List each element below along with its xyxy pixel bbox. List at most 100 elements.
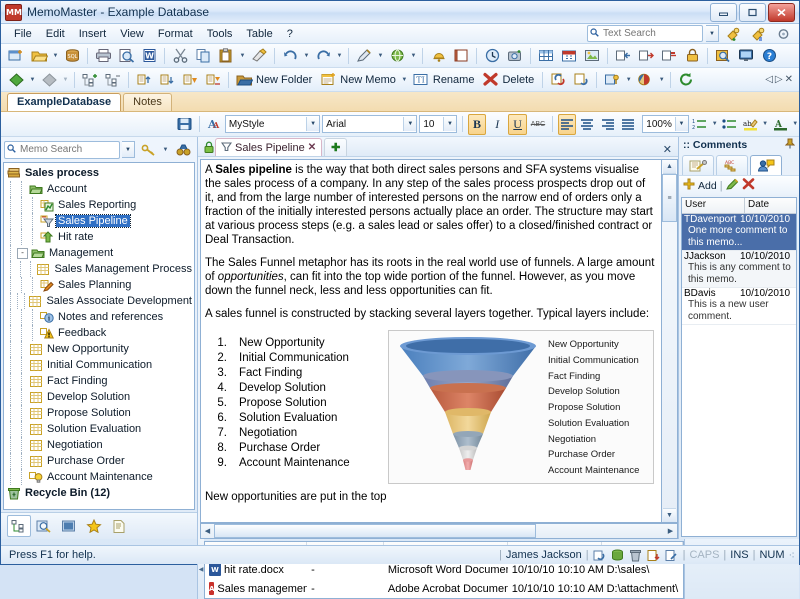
horizontal-scroll-thumb[interactable]	[214, 524, 536, 538]
menu-insert[interactable]: Insert	[72, 26, 114, 42]
column-user[interactable]: User	[682, 198, 745, 213]
font-dropdown-arrow[interactable]: ▼	[403, 117, 417, 131]
text-search-box[interactable]	[587, 25, 703, 42]
add-comment-icon[interactable]	[683, 178, 695, 193]
document-tab-close-icon[interactable]: ✕	[308, 142, 316, 153]
redo-icon[interactable]	[312, 45, 334, 67]
memo-editor[interactable]: A Sales pipeline is the way that both di…	[200, 159, 662, 523]
vertical-scroll-thumb[interactable]: ≡	[662, 174, 677, 222]
tree-item-feedback[interactable]: Feedback	[6, 325, 194, 341]
journal-icon[interactable]	[450, 45, 472, 67]
style-dropdown-arrow[interactable]: ▼	[306, 117, 320, 131]
paste-icon[interactable]	[215, 45, 237, 67]
align-right-button[interactable]	[599, 114, 617, 135]
maximize-button[interactable]	[739, 2, 766, 22]
bold-button[interactable]: B	[467, 113, 487, 135]
move-down-icon[interactable]	[156, 69, 178, 91]
rename-button[interactable]: TI Rename	[410, 69, 479, 91]
new-document-tab-button[interactable]: ✚	[324, 138, 348, 156]
zoom-dropdown-arrow[interactable]: ▼	[674, 117, 688, 131]
tree-view-button[interactable]	[7, 515, 31, 537]
comment-item[interactable]: BDavis 10/10/2010 This is a new user comme…	[682, 288, 796, 325]
comments-list[interactable]: User Date TDavenport 10/10/2010 One more c…	[681, 197, 797, 537]
add-comment-label[interactable]: Add	[698, 180, 717, 192]
tree-item-account[interactable]: Account	[6, 181, 194, 197]
tree-item-sales-management-process[interactable]: Sales Management Process	[6, 261, 194, 277]
new-folder-button[interactable]: New Folder	[233, 69, 316, 91]
undo-dropdown[interactable]: ▼	[302, 53, 311, 59]
align-center-button[interactable]	[578, 114, 596, 135]
align-left-button[interactable]	[557, 113, 577, 135]
text-search-input[interactable]	[601, 27, 700, 40]
indent-left-icon[interactable]	[612, 45, 634, 67]
forward-dropdown[interactable]: ▼	[61, 77, 70, 83]
cut-icon[interactable]	[169, 45, 191, 67]
tree-item-purchase-order[interactable]: Purchase Order	[6, 453, 194, 469]
edit-memo-icon[interactable]	[353, 45, 375, 67]
justify-button[interactable]	[619, 114, 637, 135]
recent-button[interactable]	[57, 515, 81, 537]
nav-left-icon[interactable]: ◁	[765, 74, 773, 85]
tree-item-propose-solution[interactable]: Propose Solution	[6, 405, 194, 421]
comment-item[interactable]: JJackson 10/10/2010 This is any comment to…	[682, 251, 796, 288]
colorize-icon[interactable]	[634, 69, 656, 91]
tree-item-fact-finding[interactable]: Fact Finding	[6, 373, 194, 389]
new-memo-dropdown[interactable]: ▼	[400, 77, 409, 83]
image-icon[interactable]	[581, 45, 603, 67]
link-memo-icon[interactable]	[547, 69, 569, 91]
edit-status-icon[interactable]	[665, 548, 679, 562]
comment-item[interactable]: TDavenport 10/10/2010 One more comment to …	[682, 214, 796, 251]
tree-item-sales-process[interactable]: Sales process	[6, 165, 194, 181]
colorize-dropdown[interactable]: ▼	[657, 77, 666, 83]
sync-status-icon[interactable]	[593, 548, 607, 562]
table-icon[interactable]	[535, 45, 557, 67]
font-size-dropdown-arrow[interactable]: ▼	[442, 117, 456, 131]
zoom-select[interactable]: 100% ▼	[642, 115, 689, 133]
documents-button[interactable]	[107, 515, 131, 537]
tree-item-new-opportunity[interactable]: New Opportunity	[6, 341, 194, 357]
new-memo-button[interactable]: New Memo ▼	[317, 69, 409, 91]
reminder-icon[interactable]	[427, 45, 449, 67]
lock-icon[interactable]	[681, 45, 703, 67]
tree-item-sales-reporting[interactable]: Sales Reporting	[6, 197, 194, 213]
indent-right-icon[interactable]	[635, 45, 657, 67]
tree-item-initial-communication[interactable]: Initial Communication	[6, 357, 194, 373]
font-select[interactable]: Arial ▼	[322, 115, 418, 133]
tree-item-sales-planning[interactable]: Sales Planning	[6, 277, 194, 293]
delete-button[interactable]: Delete	[479, 69, 538, 91]
copy-icon[interactable]	[192, 45, 214, 67]
tree-item-sales-associate-development[interactable]: Sales Associate Development	[6, 293, 194, 309]
edit-memo-dropdown[interactable]: ▼	[376, 53, 385, 59]
tree-item-notes-and-references[interactable]: i Notes and references	[6, 309, 194, 325]
strikethrough-button[interactable]: ABC	[529, 114, 547, 135]
scroll-up-icon[interactable]: ▲	[663, 160, 676, 174]
tree-item-develop-solution[interactable]: Develop Solution	[6, 389, 194, 405]
text-search-dropdown[interactable]: ▼	[706, 25, 719, 42]
forward-icon[interactable]	[38, 69, 60, 91]
back-icon[interactable]	[5, 69, 27, 91]
export-word-icon[interactable]: W	[138, 45, 160, 67]
save-memo-icon[interactable]	[175, 114, 193, 135]
display-icon[interactable]	[735, 45, 757, 67]
search-key-dropdown[interactable]: ▼	[161, 147, 170, 153]
database-status-icon[interactable]	[611, 548, 625, 562]
open-database-dropdown[interactable]: ▼	[51, 53, 60, 59]
style-select[interactable]: MyStyle ▼	[224, 115, 321, 133]
format-painter-icon[interactable]	[248, 45, 270, 67]
redo-dropdown[interactable]: ▼	[335, 53, 344, 59]
unlink-memo-icon[interactable]	[570, 69, 592, 91]
move-up-icon[interactable]	[133, 69, 155, 91]
sort-desc-icon[interactable]	[179, 69, 201, 91]
pin-icon[interactable]	[784, 138, 796, 152]
tree-item-management[interactable]: - Management	[6, 245, 194, 261]
db-tab-notes[interactable]: Notes	[123, 93, 172, 111]
clock-icon[interactable]	[481, 45, 503, 67]
properties-dropdown[interactable]: ▼	[624, 77, 633, 83]
highlight-dropdown[interactable]: ▼	[761, 121, 769, 127]
search-add-icon[interactable]	[722, 23, 744, 45]
tree-item-hit-rate[interactable]: Hit rate	[6, 229, 194, 245]
highlight-button[interactable]: ab	[741, 114, 759, 135]
print-icon[interactable]	[92, 45, 114, 67]
trash-status-icon[interactable]	[629, 548, 643, 562]
tree-item-sales-pipeline[interactable]: Sales Pipeline	[6, 213, 194, 229]
